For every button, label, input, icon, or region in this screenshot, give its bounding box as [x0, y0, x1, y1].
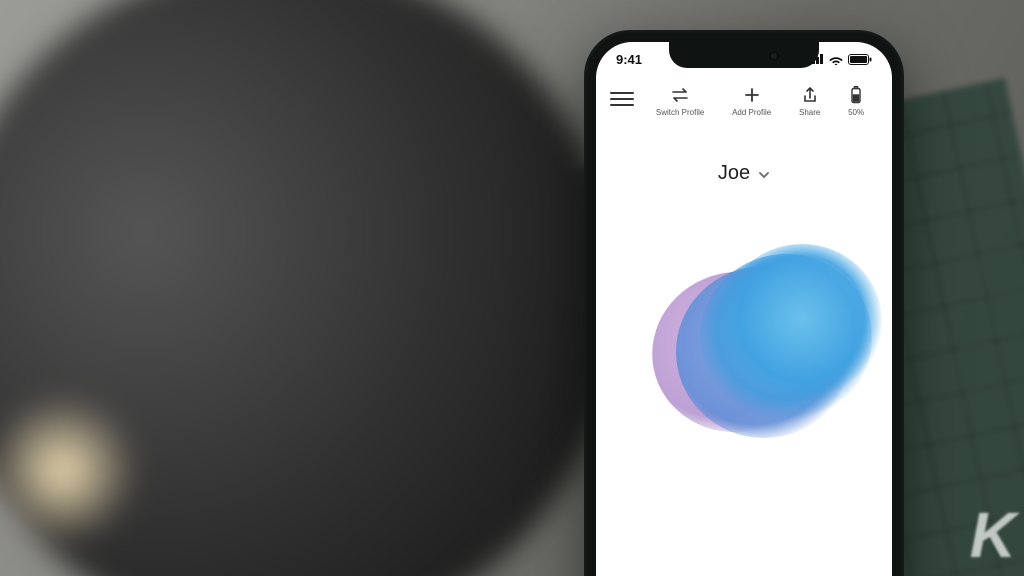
wifi-icon: [828, 54, 844, 65]
headphone-blur: [0, 0, 620, 576]
add-profile-button[interactable]: Add Profile: [732, 86, 771, 117]
share-label: Share: [799, 108, 820, 117]
battery-icon: [848, 54, 872, 65]
device-battery-label: 50%: [848, 108, 864, 117]
phone-notch: [669, 42, 819, 68]
chevron-down-icon: [758, 166, 770, 182]
phone-screen: 9:41: [596, 42, 892, 576]
status-time: 9:41: [616, 52, 642, 67]
profile-name: Joe: [718, 162, 750, 185]
switch-profile-button[interactable]: Switch Profile: [656, 86, 704, 117]
profile-selector[interactable]: Joe: [596, 162, 892, 185]
add-profile-label: Add Profile: [732, 108, 771, 117]
top-toolbar: Switch Profile Add Profile Share: [596, 86, 892, 117]
switch-profile-label: Switch Profile: [656, 108, 704, 117]
menu-button[interactable]: [610, 92, 634, 106]
watermark: K: [970, 498, 1014, 572]
device-battery-button[interactable]: 50%: [848, 86, 864, 117]
switch-icon: [670, 86, 690, 104]
hearing-profile-visualization: [596, 232, 892, 462]
background-photo: K 9:41: [0, 0, 1024, 576]
share-button[interactable]: Share: [799, 86, 820, 117]
plus-icon: [744, 86, 760, 104]
phone-frame: 9:41: [584, 30, 904, 576]
device-battery-icon: [850, 86, 862, 104]
share-icon: [802, 86, 818, 104]
